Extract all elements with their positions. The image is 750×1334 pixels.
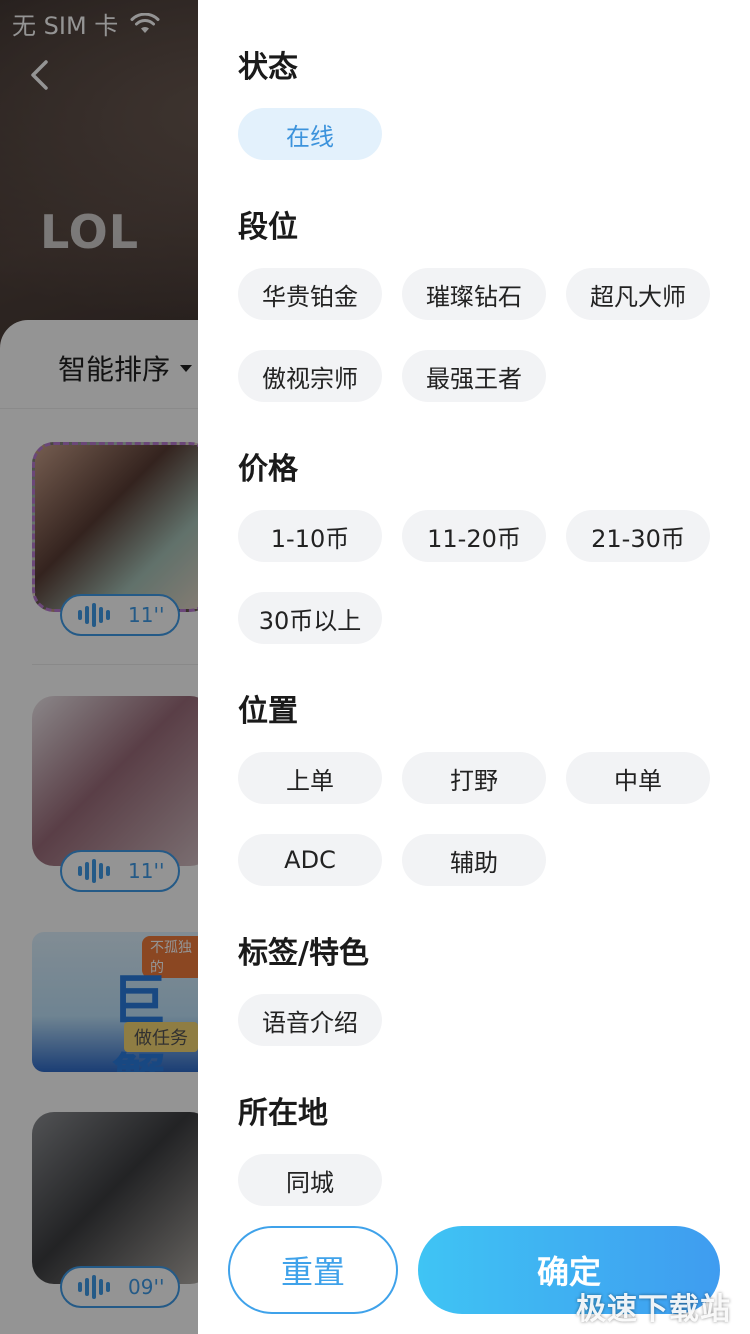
section-title-price: 价格: [238, 452, 298, 487]
chip-price[interactable]: 30币以上: [238, 592, 382, 644]
chip-position[interactable]: 打野: [402, 752, 546, 804]
section-title-rank: 段位: [238, 210, 298, 245]
watermark-text: 极速下载站: [576, 1292, 731, 1327]
section-title-tags: 标签/特色: [238, 936, 369, 971]
chip-rank[interactable]: 璀璨钻石: [402, 268, 546, 320]
chip-price[interactable]: 11-20币: [402, 510, 546, 562]
section-title-status: 状态: [238, 50, 298, 85]
section-title-position: 位置: [238, 694, 298, 729]
chip-price[interactable]: 1-10币: [238, 510, 382, 562]
chip-location[interactable]: 同城: [238, 1154, 382, 1206]
chip-position[interactable]: 中单: [566, 752, 710, 804]
chip-online[interactable]: 在线: [238, 108, 382, 160]
chip-tag[interactable]: 语音介绍: [238, 994, 382, 1046]
chip-rank[interactable]: 超凡大师: [566, 268, 710, 320]
chip-price[interactable]: 21-30币: [566, 510, 710, 562]
section-title-location: 所在地: [238, 1096, 328, 1131]
chip-position[interactable]: 上单: [238, 752, 382, 804]
chip-position[interactable]: 辅助: [402, 834, 546, 886]
chip-rank[interactable]: 华贵铂金: [238, 268, 382, 320]
reset-button[interactable]: 重置: [228, 1226, 398, 1314]
chip-rank[interactable]: 最强王者: [402, 350, 546, 402]
filter-drawer: 状态 在线 段位 华贵铂金 璀璨钻石 超凡大师 傲视宗师 最强王者 价格 1-1…: [198, 0, 750, 1334]
chip-position[interactable]: ADC: [238, 834, 382, 886]
chip-rank[interactable]: 傲视宗师: [238, 350, 382, 402]
